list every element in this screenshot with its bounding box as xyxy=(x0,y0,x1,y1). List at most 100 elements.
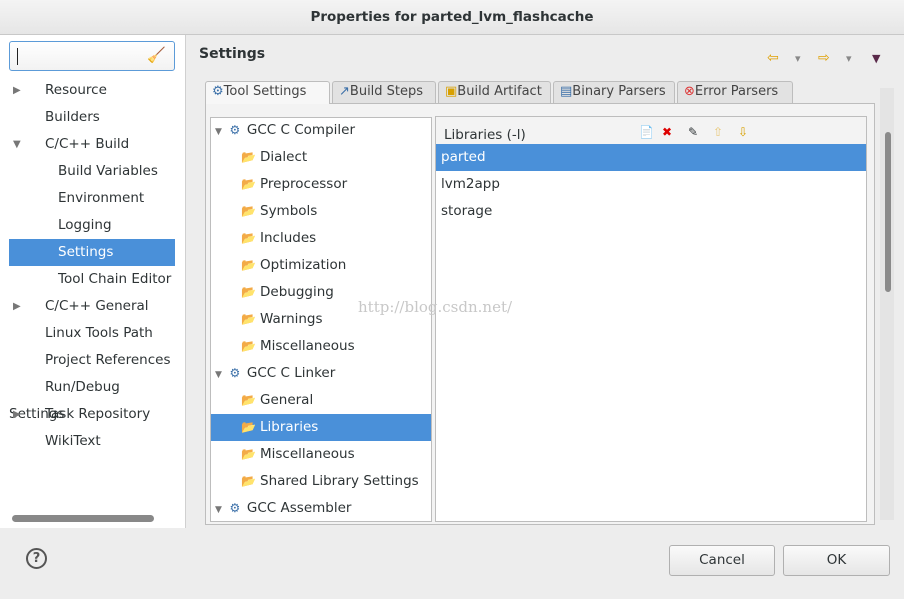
sidebar-item-label: Resource xyxy=(45,82,107,98)
back-menu-chevron-icon[interactable]: ▾ xyxy=(795,52,801,65)
sidebar-item-label: Build Variables xyxy=(58,163,158,179)
tab-binary-parsers[interactable]: ▤Binary Parsers xyxy=(553,81,675,103)
tab-label: Error Parsers xyxy=(694,84,779,99)
libraries-list: Libraries (-l) 📄 ✖ ✎ ⇧ ⇩ parted lvm2app st… xyxy=(435,116,867,522)
sidebar-item[interactable]: Environment xyxy=(9,185,175,212)
clear-filter-icon[interactable]: 🧹 xyxy=(147,46,166,64)
sidebar-item[interactable]: Build Variables xyxy=(9,158,175,185)
sidebar-item-label: Environment xyxy=(58,190,145,206)
tab-label: Build Artifact xyxy=(457,84,542,99)
tree-option[interactable]: 📂 Optimization xyxy=(211,252,431,279)
option-folder-icon: 📂 xyxy=(241,285,256,299)
artifact-icon: ▣ xyxy=(445,84,458,99)
tree-option[interactable]: 📂 Dialect xyxy=(211,144,431,171)
sidebar-item[interactable]: ▶ C/C++ General xyxy=(9,293,175,320)
sidebar-item[interactable]: Run/Debug Settings xyxy=(9,374,175,422)
tool-gear-icon: ⚙ xyxy=(229,501,241,515)
collapsed-arrow-icon[interactable]: ▶ xyxy=(13,77,21,104)
forward-arrow-icon[interactable]: ⇨ xyxy=(818,50,830,66)
back-arrow-icon[interactable]: ⇦ xyxy=(767,50,779,66)
sidebar-item[interactable]: Logging xyxy=(9,212,175,239)
sidebar-item-label: Settings xyxy=(58,244,114,260)
option-folder-icon: 📂 xyxy=(241,474,256,488)
forward-menu-chevron-icon[interactable]: ▾ xyxy=(846,52,852,65)
option-folder-icon: 📂 xyxy=(241,420,256,434)
option-folder-icon: 📂 xyxy=(241,150,256,164)
tree-option[interactable]: 📂 Symbols xyxy=(211,198,431,225)
sidebar-item[interactable]: Settings xyxy=(9,239,175,266)
add-icon[interactable]: 📄 xyxy=(639,125,654,139)
sidebar-item[interactable]: ▼ C/C++ Build xyxy=(9,131,175,158)
tab-label: Binary Parsers xyxy=(572,84,666,99)
page-title: Settings xyxy=(199,46,266,62)
sidebar-item[interactable]: ▶ Task Repository xyxy=(9,401,175,428)
tree-tool[interactable]: ▼ ⚙ GCC C Compiler xyxy=(211,118,431,144)
expanded-arrow-icon[interactable]: ▼ xyxy=(13,131,21,158)
option-folder-icon: 📂 xyxy=(241,204,256,218)
tree-option[interactable]: 📂 Includes xyxy=(211,225,431,252)
tree-option[interactable]: 📂 Libraries xyxy=(211,414,431,441)
tool-gear-icon: ⚙ xyxy=(229,366,241,380)
library-item[interactable]: lvm2app xyxy=(436,171,866,198)
tree-item-label: Includes xyxy=(260,230,317,246)
option-folder-icon: 📂 xyxy=(241,447,256,461)
sidebar-item[interactable]: ▶ Resource xyxy=(9,77,175,104)
sidebar-scrollbar[interactable] xyxy=(12,515,154,522)
sidebar-item-label: Task Repository xyxy=(45,406,151,422)
binary-icon: ▤ xyxy=(560,84,573,99)
option-folder-icon: 📂 xyxy=(241,393,256,407)
tree-tool[interactable]: ▼ ⚙ GCC Assembler xyxy=(211,495,431,521)
collapsed-arrow-icon[interactable]: ▶ xyxy=(13,401,21,428)
tree-tool[interactable]: ▼ ⚙ GCC C Linker xyxy=(211,360,431,387)
library-item[interactable]: parted xyxy=(436,144,866,171)
edit-icon[interactable]: ✎ xyxy=(688,125,698,139)
tree-item-label: Shared Library Settings xyxy=(260,473,419,489)
tool-settings-tree: ▼ ⚙ GCC C Compiler 📂 Dialect 📂 Preprocessor 📂 Sy… xyxy=(210,117,432,522)
sidebar-item[interactable]: WikiText xyxy=(9,428,175,455)
cancel-button[interactable]: Cancel xyxy=(669,545,775,576)
move-up-icon[interactable]: ⇧ xyxy=(713,125,723,139)
tree-item-label: Libraries xyxy=(260,419,319,435)
expanded-arrow-icon[interactable]: ▼ xyxy=(215,370,222,380)
move-down-icon[interactable]: ⇩ xyxy=(738,125,748,139)
help-icon[interactable]: ? xyxy=(26,548,47,569)
library-item[interactable]: storage xyxy=(436,198,866,225)
tree-option[interactable]: 📂 Preprocessor xyxy=(211,171,431,198)
option-folder-icon: 📂 xyxy=(241,231,256,245)
tab-build-artifact[interactable]: ▣Build Artifact xyxy=(438,81,551,103)
option-folder-icon: 📂 xyxy=(241,258,256,272)
collapsed-arrow-icon[interactable]: ▶ xyxy=(13,293,21,320)
tree-option[interactable]: 📂 Miscellaneous xyxy=(211,441,431,468)
sidebar-item[interactable]: Linux Tools Path xyxy=(9,320,175,347)
sidebar-item[interactable]: Builders xyxy=(9,104,175,131)
scrollbar-thumb[interactable] xyxy=(885,132,891,292)
delete-icon[interactable]: ✖ xyxy=(662,125,672,139)
tree-option[interactable]: 📂 Miscellaneous xyxy=(211,333,431,360)
tree-item-label: Dialect xyxy=(260,149,308,165)
tree-item-label: Warnings xyxy=(260,311,323,327)
sidebar-item-label: C/C++ Build xyxy=(45,136,130,152)
tree-item-label: General xyxy=(260,392,314,408)
option-folder-icon: 📂 xyxy=(241,339,256,353)
expanded-arrow-icon[interactable]: ▼ xyxy=(215,127,222,137)
tree-option[interactable]: 📂 Shared Library Settings xyxy=(211,468,431,495)
tab-error-parsers[interactable]: ⊗Error Parsers xyxy=(677,81,793,103)
tree-option[interactable]: 📂 General xyxy=(211,387,431,414)
sidebar-item[interactable]: Project References xyxy=(9,347,175,374)
tree-item-label: Debugging xyxy=(260,284,334,300)
sidebar-item-label: C/C++ General xyxy=(45,298,149,314)
vertical-scrollbar[interactable] xyxy=(880,88,894,520)
ok-button[interactable]: OK xyxy=(783,545,890,576)
error-icon: ⊗ xyxy=(684,84,695,99)
tab-tool-settings[interactable]: ⚙Tool Settings xyxy=(205,81,330,104)
filter-input[interactable]: 🧹 xyxy=(9,41,175,71)
libraries-header: Libraries (-l) 📄 ✖ ✎ ⇧ ⇩ xyxy=(436,117,866,144)
tab-build-steps[interactable]: ↗Build Steps xyxy=(332,81,436,103)
tool-icon: ⚙ xyxy=(212,84,224,99)
tree-item-label: Symbols xyxy=(260,203,318,219)
tab-label: Build Steps xyxy=(349,84,424,99)
view-menu-icon[interactable]: ▼ xyxy=(872,52,880,65)
expanded-arrow-icon[interactable]: ▼ xyxy=(215,505,222,515)
sidebar-item-label: WikiText xyxy=(45,433,101,449)
sidebar-item[interactable]: Tool Chain Editor xyxy=(9,266,175,293)
